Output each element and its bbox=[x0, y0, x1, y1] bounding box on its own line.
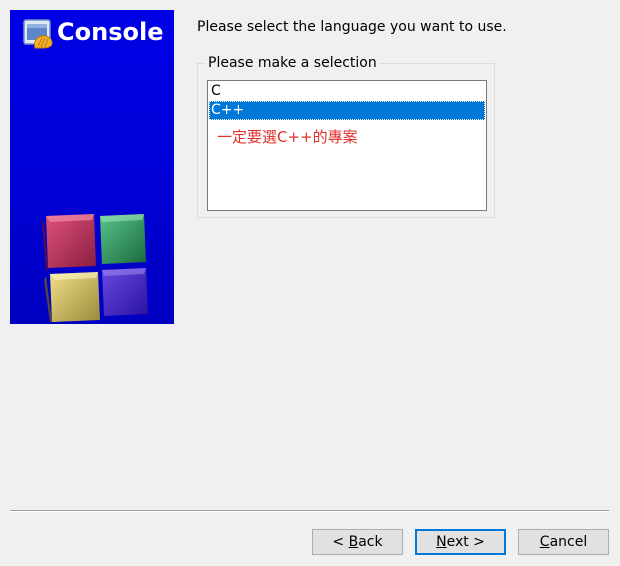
selection-group-label: Please make a selection bbox=[206, 54, 379, 72]
back-button-rest: ack bbox=[358, 534, 383, 550]
annotation-note: 一定要選C++的專案 bbox=[217, 128, 358, 146]
back-button[interactable]: < Back bbox=[312, 529, 403, 555]
back-button-mnemonic: B bbox=[348, 534, 359, 550]
cancel-button[interactable]: Cancel bbox=[518, 529, 609, 555]
next-button-rest: ext > bbox=[446, 534, 485, 550]
next-button[interactable]: Next > bbox=[415, 529, 506, 555]
console-app-icon bbox=[23, 19, 53, 49]
wizard-banner: Console bbox=[10, 10, 174, 324]
banner-title: Console bbox=[57, 18, 164, 46]
back-button-prefix: < bbox=[332, 534, 349, 550]
button-separator bbox=[10, 510, 609, 512]
language-prompt: Please select the language you want to u… bbox=[197, 19, 507, 35]
list-item-cpp[interactable]: C++ bbox=[209, 101, 485, 120]
cancel-button-rest: ancel bbox=[549, 534, 588, 550]
colored-cubes-logo bbox=[42, 214, 148, 322]
cancel-button-mnemonic: C bbox=[539, 534, 550, 550]
list-item-c[interactable]: C bbox=[209, 82, 485, 101]
next-button-mnemonic: N bbox=[436, 534, 447, 550]
